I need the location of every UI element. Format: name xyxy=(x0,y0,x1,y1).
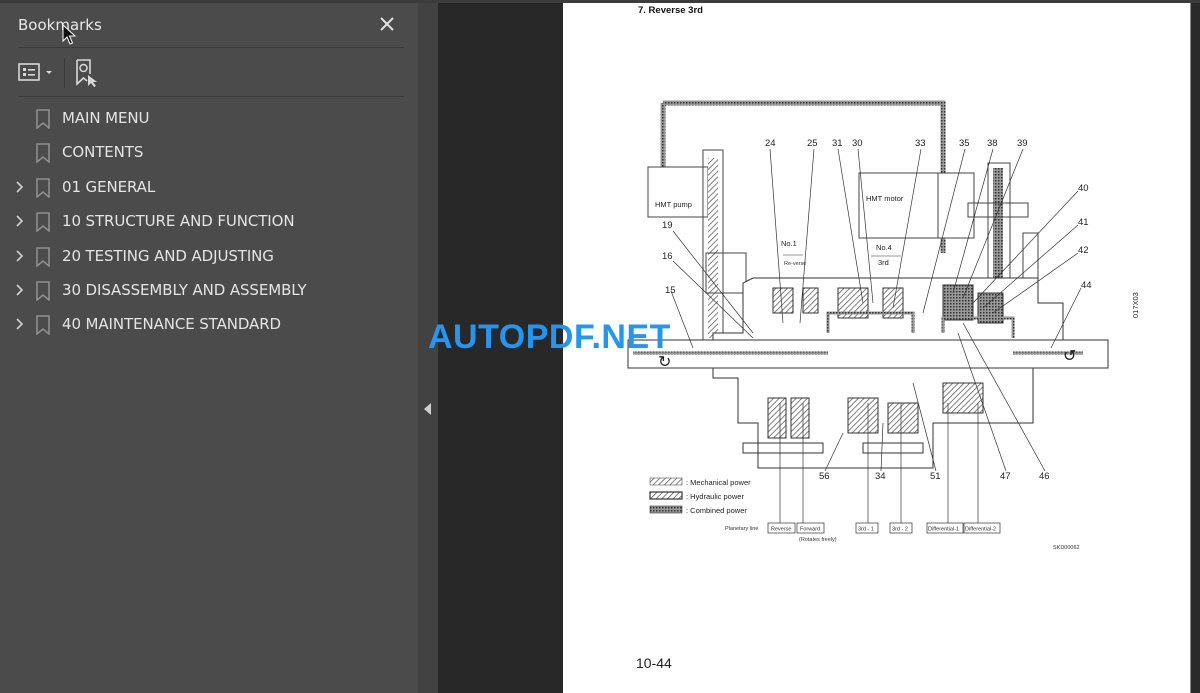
bookmark-01-general[interactable]: 01 GENERAL xyxy=(0,170,418,204)
find-current-bookmark-icon xyxy=(76,59,97,87)
planetary-3rd-1: 3rd - 1 xyxy=(858,527,874,533)
rotation-arrow-output-icon: ↺ xyxy=(1063,348,1076,365)
forward-note: (Rotates freely) xyxy=(799,537,837,543)
planetary-reverse: Reverse xyxy=(771,527,791,533)
bookmark-main-menu[interactable]: MAIN MENU xyxy=(0,101,418,135)
power-legend: : Mechanical power : Hydraulic power : C… xyxy=(649,477,751,515)
header-divider xyxy=(18,47,404,48)
legend-hydraulic: : Hydraulic power xyxy=(686,492,744,501)
chevron-right-icon[interactable] xyxy=(14,213,26,229)
callout-35: 35 xyxy=(959,138,970,149)
chevron-right-icon[interactable] xyxy=(14,179,26,195)
collapse-panel-arrow-icon xyxy=(424,403,431,415)
legend-swatch-mechanical xyxy=(649,477,683,486)
callout-15: 15 xyxy=(665,285,676,296)
callout-39: 39 xyxy=(1017,138,1028,149)
clutch-no1-sublabel: Re-verse xyxy=(784,261,806,267)
transmission-diagram: HMT pump HMT motor ↻ ↺ 24 25 31 30 33 35… xyxy=(627,100,1140,551)
toolbar-divider xyxy=(64,58,65,88)
side-code: 017X03 xyxy=(1131,292,1140,318)
bookmark-options-icon xyxy=(18,63,52,81)
callout-24: 24 xyxy=(765,138,776,149)
planetary-differential-1: Differential-1 xyxy=(928,527,959,533)
bookmark-30-disassembly-and-assembly[interactable]: 30 DISASSEMBLY AND ASSEMBLY xyxy=(0,273,418,307)
planetary-boxes: Reverse Forward 3rd - 1 3rd - 2 Differen… xyxy=(767,522,1001,534)
close-icon[interactable] xyxy=(376,13,398,35)
callout-41: 41 xyxy=(1078,217,1089,228)
planetary-3rd-2: 3rd - 2 xyxy=(892,527,908,533)
bookmark-list: MAIN MENU CONTENTS 01 GENERAL 10 STRUCTU… xyxy=(0,101,418,342)
hmt-pump-box xyxy=(647,166,709,218)
callout-31: 31 xyxy=(832,138,843,149)
planetary-differential-2: Differential-2 xyxy=(965,527,996,533)
clutch-no1-label: No.1 xyxy=(781,239,797,248)
planetary-forward: Forward xyxy=(800,527,820,533)
callout-33: 33 xyxy=(915,138,926,149)
bookmark-label: 10 STRUCTURE AND FUNCTION xyxy=(62,212,295,231)
callout-47: 47 xyxy=(1000,471,1011,482)
clutch-no4-sublabel: 3rd xyxy=(878,258,889,267)
bookmark-icon xyxy=(36,281,50,301)
bookmark-contents[interactable]: CONTENTS xyxy=(0,135,418,169)
bookmark-40-maintenance-standard[interactable]: 40 MAINTENANCE STANDARD xyxy=(0,307,418,341)
legend-combined: : Combined power xyxy=(686,506,747,515)
rotation-arrow-input-icon: ↻ xyxy=(658,354,671,371)
page-right-edge xyxy=(1190,3,1200,693)
panel-title: Bookmarks xyxy=(18,16,102,34)
callout-44: 44 xyxy=(1081,280,1092,291)
page-number: 10-44 xyxy=(636,655,672,671)
callout-30: 30 xyxy=(852,138,863,149)
callout-56: 56 xyxy=(819,471,830,482)
callout-16: 16 xyxy=(662,251,673,262)
bookmark-label: 20 TESTING AND ADJUSTING xyxy=(62,246,274,265)
bookmark-10-structure-and-function[interactable]: 10 STRUCTURE AND FUNCTION xyxy=(0,204,418,238)
hmt-motor-label: HMT motor xyxy=(866,194,904,203)
callout-25: 25 xyxy=(807,138,818,149)
chevron-right-icon[interactable] xyxy=(14,316,26,332)
bookmarks-panel: Bookmarks MAIN MENU CONTENTS 01 GENERAL … xyxy=(0,3,418,693)
find-current-bookmark-button[interactable] xyxy=(74,58,102,88)
callout-42: 42 xyxy=(1078,245,1089,256)
legend-swatch-hydraulic xyxy=(649,491,683,500)
chevron-right-icon[interactable] xyxy=(14,282,26,298)
callout-46: 46 xyxy=(1039,471,1050,482)
figure-code: SKD00062 xyxy=(1053,545,1080,551)
bookmark-label: 40 MAINTENANCE STANDARD xyxy=(62,315,281,334)
legend-mechanical: : Mechanical power xyxy=(686,478,751,487)
bookmark-icon xyxy=(36,177,50,198)
callout-51: 51 xyxy=(930,471,941,482)
callout-19: 19 xyxy=(662,220,673,231)
bookmark-label: 01 GENERAL xyxy=(62,177,156,196)
chevron-right-icon[interactable] xyxy=(14,248,26,264)
callout-38: 38 xyxy=(987,138,998,149)
bookmark-options-button[interactable] xyxy=(18,61,58,85)
planetary-line-label: Planetary line xyxy=(725,526,758,532)
bookmark-label: 30 DISASSEMBLY AND ASSEMBLY xyxy=(62,280,307,299)
bookmark-icon xyxy=(36,246,50,267)
bookmark-icon xyxy=(36,212,50,233)
callout-40: 40 xyxy=(1078,183,1089,194)
bookmark-icon xyxy=(36,315,50,336)
bookmark-label: CONTENTS xyxy=(62,143,144,162)
bookmark-icon xyxy=(36,143,50,164)
legend-swatch-combined xyxy=(649,505,683,514)
collapse-panel-button[interactable] xyxy=(418,3,438,693)
hmt-motor-box xyxy=(858,172,975,239)
bookmark-label: MAIN MENU xyxy=(62,109,150,127)
bookmark-20-testing-and-adjusting[interactable]: 20 TESTING AND ADJUSTING xyxy=(0,239,418,273)
bookmark-icon xyxy=(36,109,50,129)
clutch-no4-label: No.4 xyxy=(876,243,892,252)
callout-34: 34 xyxy=(875,471,886,482)
toolbar-bottom-divider xyxy=(18,96,404,97)
hmt-pump-label: HMT pump xyxy=(655,200,692,209)
pdf-page: 7. Reverse 3rd HMT pump HMT motor ↻ ↺ 24… xyxy=(563,3,1190,693)
